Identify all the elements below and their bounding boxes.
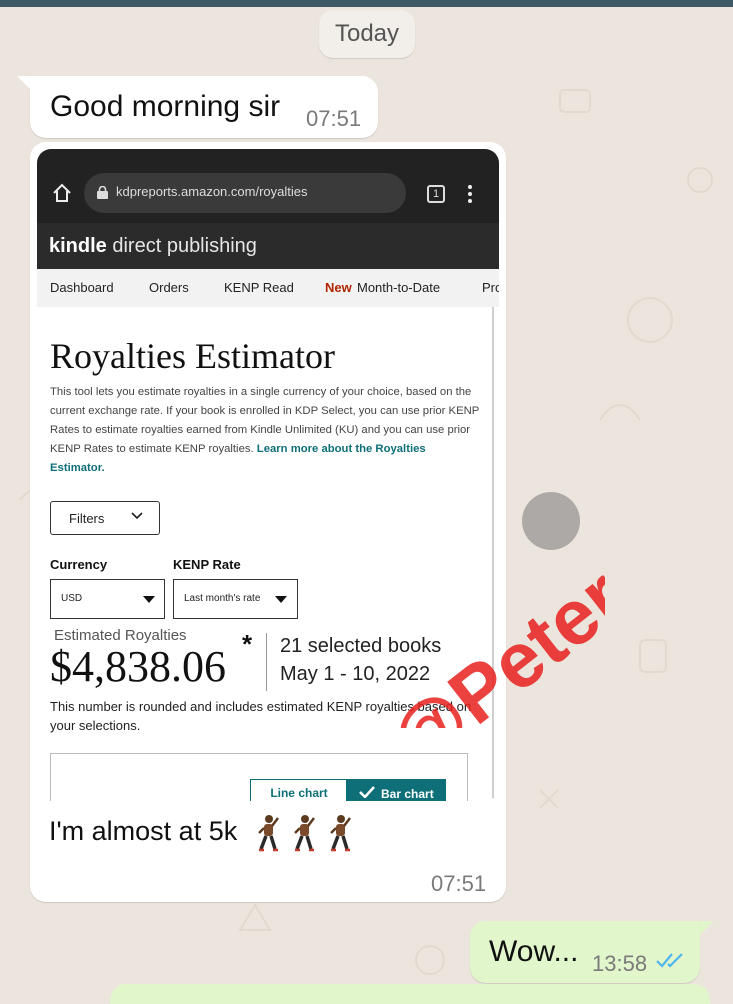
selected-books: 21 selected books xyxy=(280,635,442,657)
bar-chart-label: Bar chart xyxy=(381,787,434,801)
caption-text: I'm almost at 5k xyxy=(49,816,238,847)
lock-icon xyxy=(97,186,108,199)
tab-count-icon[interactable]: 1 xyxy=(427,185,445,203)
nav-month-to-date[interactable]: Month-to-Date xyxy=(357,280,440,295)
kdp-logo-rest: direct publishing xyxy=(106,235,257,257)
kenp-rate-value: Last month's rate xyxy=(184,593,261,604)
message-bubble-incoming-image[interactable]: kdpreports.amazon.com/royalties 1 kindle… xyxy=(30,142,506,902)
message-time: 13:58 xyxy=(592,951,648,976)
message-time: 07:51 xyxy=(306,106,362,131)
man-dancing-emoji xyxy=(293,815,315,852)
url-text: kdpreports.amazon.com/royalties xyxy=(116,184,308,199)
message-bubble-incoming[interactable]: Good morning sir 07:51 xyxy=(30,76,378,138)
double-check-icon xyxy=(656,953,683,968)
currency-select[interactable]: USD xyxy=(50,579,165,619)
check-icon xyxy=(359,786,375,798)
outgoing-bubble-tail xyxy=(700,921,714,935)
kdp-logo[interactable]: kindle direct publishing xyxy=(49,235,257,258)
message-time: 07:51 xyxy=(431,871,487,896)
royalties-content: Royalties Estimator This tool lets you e… xyxy=(37,307,499,801)
man-dancing-emoji xyxy=(329,815,351,852)
nav-pro[interactable]: Pro xyxy=(482,280,499,295)
message-caption: I'm almost at 5k xyxy=(49,814,353,852)
chevron-down-icon xyxy=(131,512,143,520)
message-bubble-outgoing-partial xyxy=(110,984,710,1004)
nav-dashboard[interactable]: Dashboard xyxy=(50,280,114,295)
filters-button[interactable]: Filters xyxy=(50,501,160,535)
home-icon[interactable] xyxy=(51,182,73,204)
attached-screenshot[interactable]: kdpreports.amazon.com/royalties 1 kindle… xyxy=(37,149,499,801)
dropdown-caret-icon xyxy=(143,596,155,603)
message-text: Good morning sir xyxy=(50,90,281,123)
more-vert-icon[interactable] xyxy=(467,184,473,204)
currency-value: USD xyxy=(61,593,83,604)
kdp-logo-bold: kindle xyxy=(49,235,107,257)
date-range: May 1 - 10, 2022 xyxy=(280,663,431,685)
browser-toolbar: kdpreports.amazon.com/royalties 1 xyxy=(37,149,499,223)
page-title: Royalties Estimator xyxy=(50,336,335,376)
man-dancing-emoji xyxy=(257,815,279,852)
content-edge xyxy=(492,307,494,801)
rounding-note: This number is rounded and includes esti… xyxy=(50,699,472,733)
bar-chart-toggle[interactable]: Bar chart xyxy=(346,779,446,801)
kdp-header: kindle direct publishing xyxy=(37,223,499,269)
amount-asterisk: * xyxy=(242,629,253,659)
date-divider: Today xyxy=(319,10,415,58)
currency-label: Currency xyxy=(50,557,108,572)
description: This tool lets you estimate royalties in… xyxy=(50,383,480,478)
line-chart-toggle[interactable]: Line chart xyxy=(250,779,348,801)
royalties-amount: $4,838.06 xyxy=(50,642,226,691)
divider xyxy=(266,633,267,691)
kenp-rate-label: KENP Rate xyxy=(173,557,241,572)
nav-kenp-read[interactable]: KENP Read xyxy=(224,280,294,295)
kdp-nav: Dashboard Orders KENP Read New Month-to-… xyxy=(37,269,499,308)
message-text: Wow... xyxy=(489,935,579,968)
nav-orders[interactable]: Orders xyxy=(149,280,189,295)
nav-new-badge: New xyxy=(325,280,352,295)
message-bubble-outgoing[interactable]: Wow... 13:58 xyxy=(470,921,700,983)
address-bar[interactable]: kdpreports.amazon.com/royalties xyxy=(84,173,406,213)
forward-button[interactable] xyxy=(522,492,580,550)
dropdown-caret-icon xyxy=(275,596,287,603)
kenp-rate-select[interactable]: Last month's rate xyxy=(173,579,298,619)
filters-label: Filters xyxy=(69,511,105,526)
incoming-bubble-tail xyxy=(17,76,31,90)
